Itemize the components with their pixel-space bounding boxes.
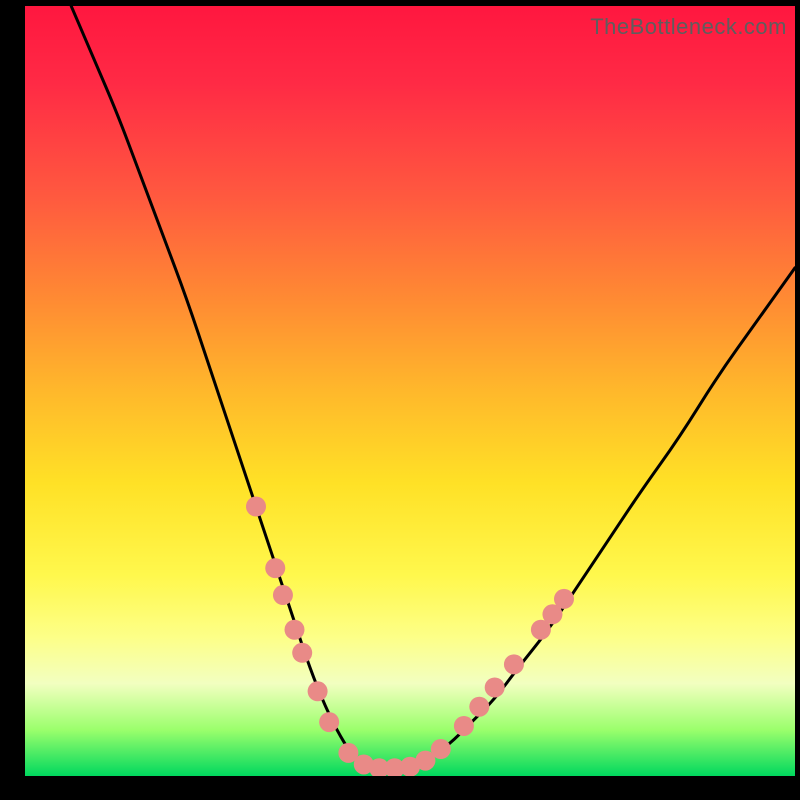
- data-marker: [265, 558, 285, 578]
- series-left-curve: [71, 6, 356, 761]
- chart-frame: TheBottleneck.com: [0, 0, 800, 800]
- chart-plot-area: TheBottleneck.com: [25, 6, 795, 776]
- data-marker: [469, 697, 489, 717]
- data-marker: [246, 497, 266, 517]
- data-marker: [504, 654, 524, 674]
- data-marker: [292, 643, 312, 663]
- data-marker: [273, 585, 293, 605]
- marker-layer: [246, 497, 574, 777]
- data-marker: [554, 589, 574, 609]
- data-marker: [485, 677, 505, 697]
- data-marker: [431, 739, 451, 759]
- curve-layer: [71, 6, 795, 768]
- data-marker: [308, 681, 328, 701]
- series-right-curve: [425, 268, 795, 761]
- data-marker: [285, 620, 305, 640]
- data-marker: [454, 716, 474, 736]
- data-marker: [319, 712, 339, 732]
- chart-svg: [25, 6, 795, 776]
